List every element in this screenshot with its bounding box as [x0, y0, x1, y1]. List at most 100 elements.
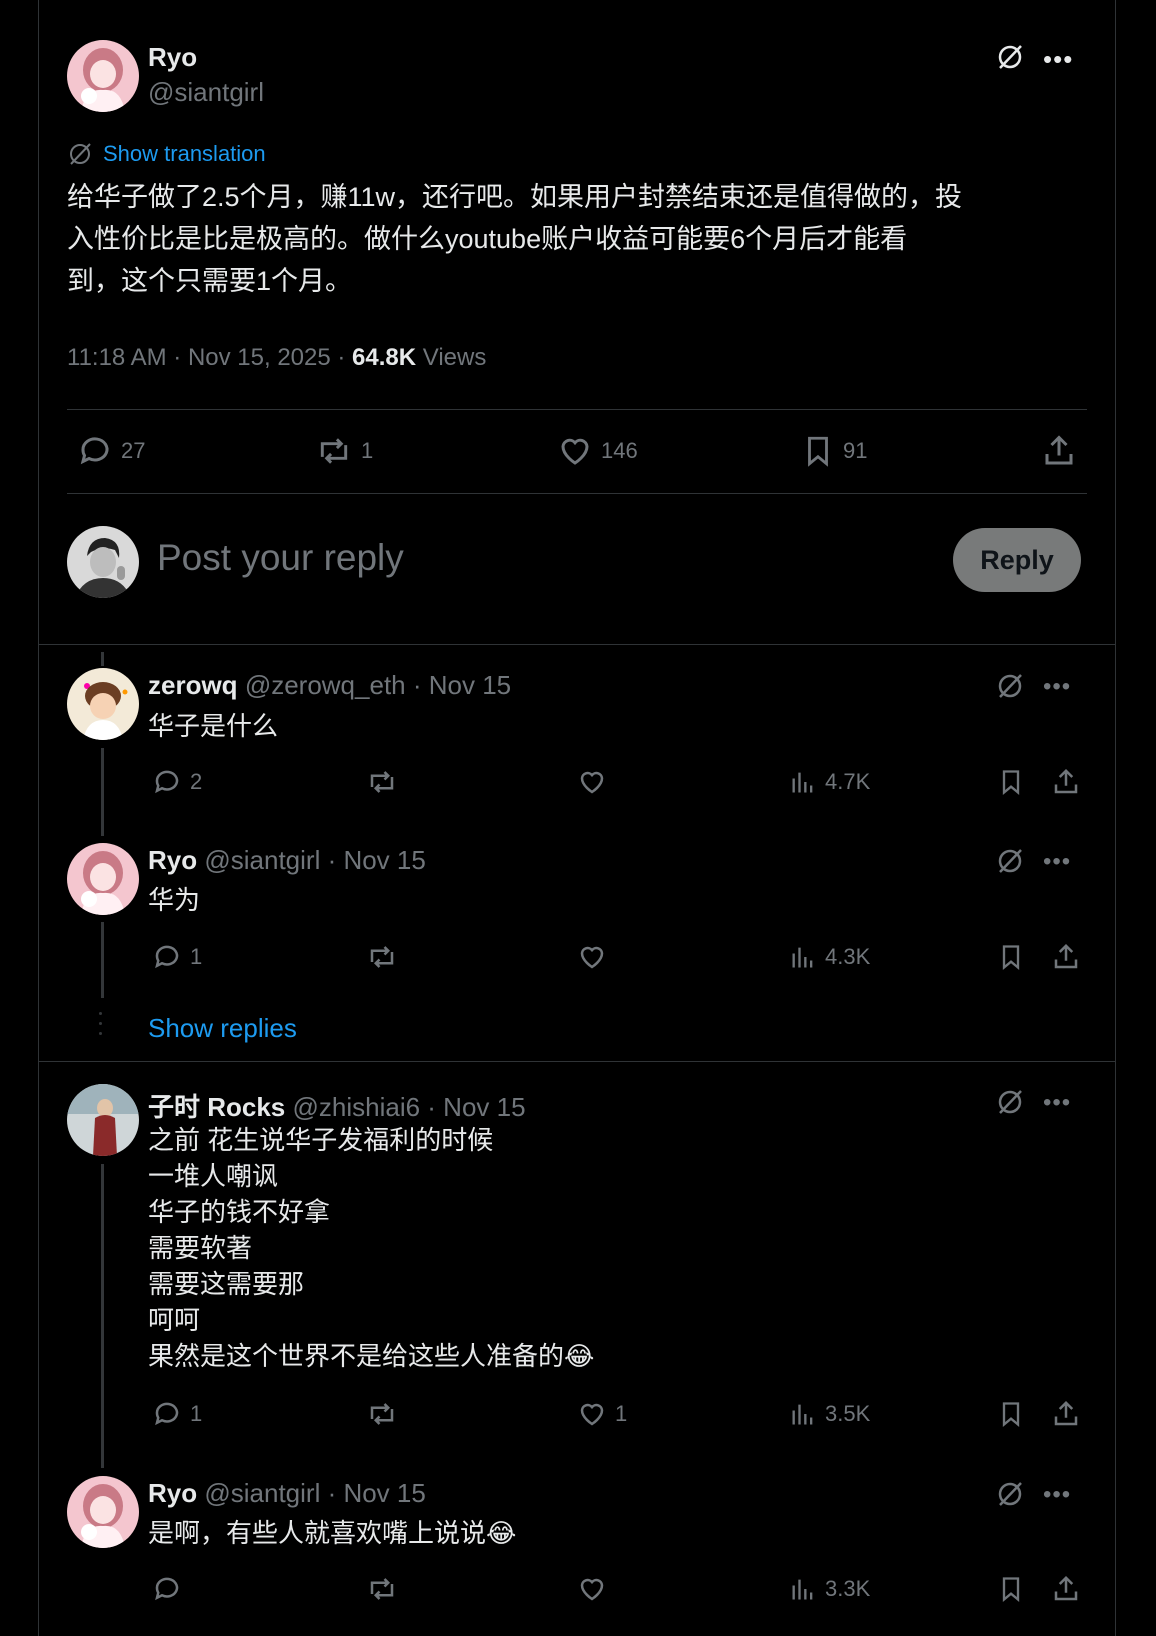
more-options-icon[interactable]: ••• [1043, 848, 1071, 876]
reply-header: zerowq @zerowq_eth · Nov 15 [148, 670, 511, 701]
repost-button[interactable] [365, 767, 399, 797]
reply-avatar[interactable] [67, 1084, 139, 1156]
reply-date[interactable]: · Nov 15 [320, 1478, 426, 1508]
reply-text-line: 呵呵 [148, 1305, 201, 1335]
reply-count: 1 [190, 1401, 203, 1426]
reply-display-name[interactable]: 子时 Rocks [148, 1092, 285, 1122]
like-button[interactable] [577, 767, 607, 797]
views-button[interactable]: 4.7K [789, 767, 870, 797]
share-button[interactable] [1041, 433, 1077, 469]
like-button[interactable] [577, 1574, 607, 1604]
bookmark-icon [1002, 770, 1020, 795]
post-timestamp[interactable]: 11:18 AM · Nov 15, 2025 · [67, 344, 352, 371]
reply-date[interactable]: · Nov 15 [406, 670, 511, 700]
thread-line [101, 1164, 104, 1468]
reply-button[interactable]: 27 [77, 433, 145, 469]
like-button[interactable] [577, 942, 607, 972]
bookmark-icon [1002, 1402, 1020, 1427]
bookmark-icon [1002, 945, 1020, 970]
reply-input[interactable]: Post your reply [157, 537, 404, 579]
heart-icon [580, 1403, 604, 1426]
repost-button[interactable] [365, 1399, 399, 1429]
reply-icon [155, 1402, 179, 1426]
reply-display-name[interactable]: zerowq [148, 670, 238, 700]
reply-header: 子时 Rocks @zhishiai6 · Nov 15 [148, 1087, 526, 1124]
grok-icon[interactable] [995, 671, 1025, 706]
views-button[interactable]: 3.3K [789, 1574, 870, 1604]
reply-handle[interactable]: @zhishiai6 [293, 1092, 421, 1122]
author-display-name[interactable]: Ryo [148, 42, 197, 73]
heart-icon [580, 1578, 604, 1601]
views-button[interactable]: 3.5K [789, 1399, 870, 1429]
reply-count: 1 [190, 944, 203, 969]
bookmark-button[interactable]: 91 [801, 433, 867, 469]
heart-icon [580, 771, 604, 794]
reply-handle[interactable]: @zerowq_eth [245, 670, 406, 700]
timeline-column: Ryo @siantgirl ••• Show translation 给华子做… [38, 0, 1116, 1636]
divider [67, 409, 1087, 410]
reply-button[interactable]: 1 [152, 1399, 202, 1429]
reply-avatar[interactable] [67, 668, 139, 740]
reply-handle[interactable]: @siantgirl [204, 1478, 320, 1508]
reply-button[interactable]: 2 [152, 767, 202, 797]
repost-icon [320, 438, 348, 464]
reply-icon [155, 770, 179, 794]
like-button[interactable]: 1 [577, 1399, 627, 1429]
reply-count: 2 [190, 769, 203, 794]
share-button[interactable] [1051, 942, 1081, 972]
show-replies-link[interactable]: Show replies [148, 1013, 297, 1044]
divider [39, 1061, 1115, 1062]
grok-icon[interactable] [995, 42, 1025, 77]
bookmark-button[interactable] [997, 767, 1025, 797]
reply-button[interactable]: 1 [152, 942, 202, 972]
reply-date[interactable]: · Nov 15 [320, 845, 426, 875]
share-button[interactable] [1051, 767, 1081, 797]
analytics-icon [792, 947, 813, 968]
share-icon [1054, 1400, 1078, 1426]
reply-date[interactable]: · Nov 15 [420, 1092, 525, 1122]
grok-icon[interactable] [995, 1087, 1025, 1122]
reply-avatar[interactable] [67, 843, 139, 915]
author-handle[interactable]: @siantgirl [148, 77, 264, 108]
reply-display-name[interactable]: Ryo [148, 1478, 197, 1508]
repost-button[interactable]: 1 [315, 433, 373, 469]
repost-button[interactable] [365, 942, 399, 972]
share-button[interactable] [1051, 1399, 1081, 1429]
current-user-avatar[interactable] [67, 526, 139, 598]
views-button[interactable]: 4.3K [789, 942, 870, 972]
like-button[interactable]: 146 [557, 433, 638, 469]
collapsed-thread-dots [99, 1012, 102, 1035]
more-options-icon[interactable]: ••• [1043, 1481, 1071, 1509]
views-label: Views [416, 344, 487, 371]
share-icon [1054, 768, 1078, 794]
repost-button[interactable] [365, 1574, 399, 1604]
more-options-icon[interactable]: ••• [1043, 44, 1073, 75]
more-options-icon[interactable]: ••• [1043, 1089, 1071, 1117]
reply-icon [155, 1577, 179, 1601]
reply-avatar[interactable] [67, 1476, 139, 1548]
bookmark-button[interactable] [997, 942, 1025, 972]
views-count: 4.7K [825, 769, 871, 794]
bookmark-button[interactable] [997, 1399, 1025, 1429]
reply-text-line: 果然是这个世界不是给这些人准备的😂 [148, 1341, 595, 1371]
author-avatar[interactable] [67, 40, 139, 112]
grok-icon[interactable] [995, 846, 1025, 881]
reply-text: 华子是什么 [148, 711, 279, 741]
more-options-icon[interactable]: ••• [1043, 673, 1071, 701]
views-count: 3.3K [825, 1576, 871, 1601]
reply-count: 27 [121, 438, 146, 463]
reply-text-line: 之前 花生说华子发福利的时候 [148, 1125, 494, 1155]
reply-button[interactable] [152, 1574, 182, 1604]
like-count: 146 [601, 438, 638, 463]
post-text: 给华子做了2.5个月，赚11w，还行吧。如果用户封禁结束还是值得做的，投 入性价… [67, 176, 1067, 302]
grok-icon[interactable] [995, 1479, 1025, 1514]
reply-submit-button[interactable]: Reply [953, 528, 1081, 592]
reply-display-name[interactable]: Ryo [148, 845, 197, 875]
bookmark-icon [808, 436, 828, 467]
reply-handle[interactable]: @siantgirl [204, 845, 320, 875]
repost-icon [370, 1578, 394, 1600]
bookmark-button[interactable] [997, 1574, 1025, 1604]
share-button[interactable] [1051, 1574, 1081, 1604]
show-translation-link[interactable]: Show translation [67, 141, 266, 167]
analytics-icon [792, 1579, 813, 1600]
